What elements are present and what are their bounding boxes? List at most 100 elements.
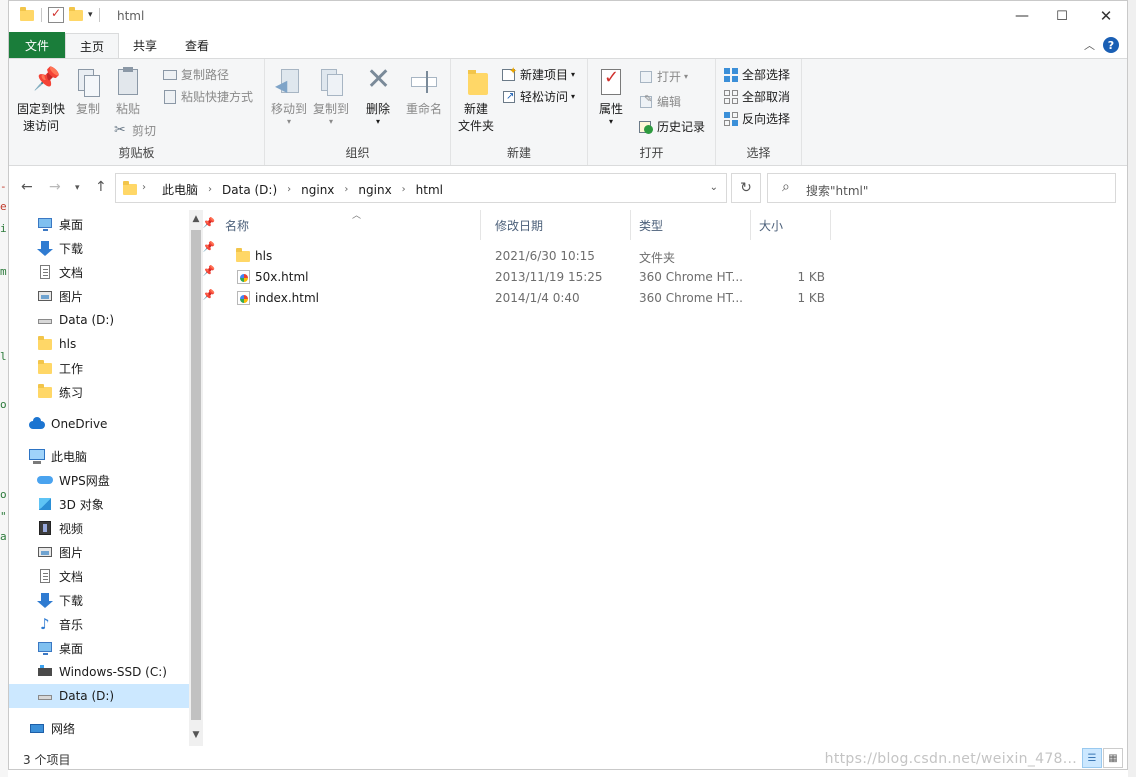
maximize-button[interactable]: ☐ (1039, 1, 1085, 31)
back-arrow-icon[interactable]: ← (21, 179, 33, 195)
copy-to-button[interactable]: 复制到 ▾ (311, 67, 351, 126)
scroll-up-arrow-icon[interactable]: ▲ (191, 214, 201, 228)
large-icons-view-icon[interactable]: ▦ (1103, 748, 1123, 768)
tab-view[interactable]: 查看 (171, 32, 223, 58)
tab-file[interactable]: 文件 (9, 32, 66, 58)
refresh-button[interactable]: ↻ (731, 173, 761, 203)
pin-quick-access-button[interactable]: 📌 固定到快 速访问 (15, 67, 67, 135)
copy-to-icon (315, 67, 347, 99)
chevron-right-icon[interactable]: › (283, 184, 295, 195)
sidebar-item-network[interactable]: 网络 (29, 716, 209, 740)
paste-button[interactable]: 粘贴 (111, 67, 145, 118)
new-group: 新建 文件夹 ✦ 新建项目 ▾ ↗ 轻松访问 ▾ 新建 (451, 59, 588, 165)
edit-button[interactable]: ✎ 编辑 (638, 93, 681, 110)
tab-home[interactable]: 主页 (65, 33, 120, 58)
file-date: 2013/11/19 15:25 (495, 270, 603, 284)
up-arrow-icon[interactable]: ↑ (95, 179, 107, 195)
new-item-button[interactable]: ✦ 新建项目 ▾ (501, 66, 575, 83)
cut-label: 剪切 (132, 124, 157, 138)
invert-selection-label: 反向选择 (742, 112, 791, 126)
breadcrumb-item[interactable]: Data (D:) (216, 183, 283, 197)
history-icon (638, 119, 654, 135)
easy-access-button[interactable]: ↗ 轻松访问 ▾ (501, 88, 575, 105)
copy-path-button[interactable]: 复制路径 (162, 66, 229, 83)
breadcrumb-item[interactable]: nginx (295, 183, 340, 197)
details-view-icon[interactable]: ☰ (1082, 748, 1102, 768)
sidebar-item-onedrive[interactable]: OneDrive (29, 412, 209, 436)
pin-icon: 📌 (202, 218, 215, 229)
rename-button[interactable]: 重命名 (403, 67, 445, 118)
select-none-icon (723, 89, 739, 105)
address-history-chevron-icon[interactable]: ⌄ (710, 182, 718, 193)
select-group-label: 选择 (746, 146, 771, 160)
move-to-button[interactable]: ◀ 移动到 ▾ (269, 67, 309, 126)
column-header-date[interactable]: 修改日期 (487, 210, 631, 240)
paste-shortcut-button[interactable]: 粘贴快捷方式 (162, 88, 253, 105)
forward-arrow-icon[interactable]: → (49, 179, 61, 195)
video-icon (37, 520, 53, 536)
invert-selection-button[interactable]: 反向选择 (723, 110, 790, 127)
paste-label: 粘贴 (115, 102, 140, 116)
collapse-ribbon-icon[interactable]: ︿ (1084, 37, 1095, 53)
address-bar[interactable]: › 此电脑 › Data (D:) › nginx › nginx › html… (115, 173, 727, 203)
recent-locations-chevron-icon[interactable]: ▾ (75, 183, 80, 193)
breadcrumb-item[interactable]: html (410, 183, 449, 197)
sidebar-item-this-pc[interactable]: 此电脑 (29, 444, 209, 468)
column-header-size[interactable]: 大小 (751, 210, 831, 240)
sidebar-item-label: 文档 (59, 265, 84, 280)
3d-objects-icon (37, 496, 53, 512)
navigation-pane: 桌面 📌 下载 📌 文档 📌 图片 📌 Data (D:) hls 工作 练习 … (9, 210, 215, 746)
history-button[interactable]: 历史记录 (638, 118, 705, 135)
edit-icon: ✎ (638, 94, 654, 110)
column-header-type[interactable]: 类型 (631, 210, 751, 240)
drive-icon (37, 312, 53, 328)
help-icon[interactable]: ? (1103, 37, 1119, 53)
table-row[interactable]: index.html 2014/1/4 0:40 360 Chrome HT..… (227, 288, 827, 309)
easy-access-icon: ↗ (501, 89, 517, 105)
desktop-icon (37, 216, 53, 232)
select-none-button[interactable]: 全部取消 (723, 88, 790, 105)
cut-button[interactable]: ✂ 剪切 (113, 122, 156, 139)
chevron-right-icon[interactable]: › (204, 184, 216, 195)
file-size: 1 KB (797, 291, 825, 305)
properties-check-icon[interactable]: ✓ (48, 6, 64, 23)
delete-button[interactable]: ✕ 删除 ▾ (361, 63, 395, 126)
copy-path-label: 复制路径 (181, 68, 230, 82)
open-icon (638, 69, 654, 85)
select-all-icon (723, 67, 739, 83)
customize-toolbar-dropdown-icon[interactable]: ▾ (88, 10, 93, 20)
ribbon: 📌 固定到快 速访问 复制 粘贴 复制路径 粘贴快捷方式 ✂ 剪切 剪贴板 ◀ … (9, 58, 1127, 166)
sidebar-item-label: 练习 (59, 385, 84, 400)
new-folder-label: 新建 文件夹 (457, 102, 494, 133)
new-item-label: 新建项目 (520, 68, 569, 82)
new-folder-button[interactable]: 新建 文件夹 (455, 67, 497, 135)
navigation-pane-scrollbar[interactable]: ▲ ▼ (189, 210, 203, 746)
history-label: 历史记录 (657, 120, 706, 134)
scroll-down-arrow-icon[interactable]: ▼ (191, 730, 201, 744)
properties-button[interactable]: ✓ 属性 ▾ (592, 67, 630, 126)
toolbar-separator (41, 8, 42, 22)
ribbon-tabs: 文件 主页 共享 查看 ︿ ? (9, 32, 1127, 58)
select-all-button[interactable]: 全部选择 (723, 66, 790, 83)
breadcrumb-item[interactable]: nginx (352, 183, 397, 197)
breadcrumb-item[interactable]: 此电脑 (156, 181, 204, 198)
new-folder-icon[interactable] (68, 7, 84, 23)
open-button[interactable]: 打开 ▾ (638, 68, 688, 85)
table-row[interactable]: hls 2021/6/30 10:15 文件夹 (227, 246, 827, 267)
search-icon: ⌕ (782, 179, 790, 195)
background-window-edge (1128, 0, 1136, 777)
copy-button[interactable]: 复制 (71, 67, 105, 118)
scrollbar-thumb[interactable] (191, 230, 201, 720)
table-row[interactable]: 50x.html 2013/11/19 15:25 360 Chrome HT.… (227, 267, 827, 288)
column-header-name[interactable]: 名称 (217, 210, 481, 240)
tab-share[interactable]: 共享 (119, 32, 171, 58)
properties-check-icon: ✓ (595, 67, 627, 99)
chevron-right-icon[interactable]: › (340, 184, 352, 195)
search-input[interactable]: ⌕ 搜索"html" (767, 173, 1116, 203)
close-button[interactable]: ✕ (1083, 1, 1127, 31)
folder-icon (19, 7, 35, 23)
select-none-label: 全部取消 (742, 90, 791, 104)
sidebar-item-data-drive-pc[interactable]: Data (D:) (9, 684, 189, 708)
chevron-right-icon[interactable]: › (398, 184, 410, 195)
easy-access-label: 轻松访问 (520, 90, 569, 104)
